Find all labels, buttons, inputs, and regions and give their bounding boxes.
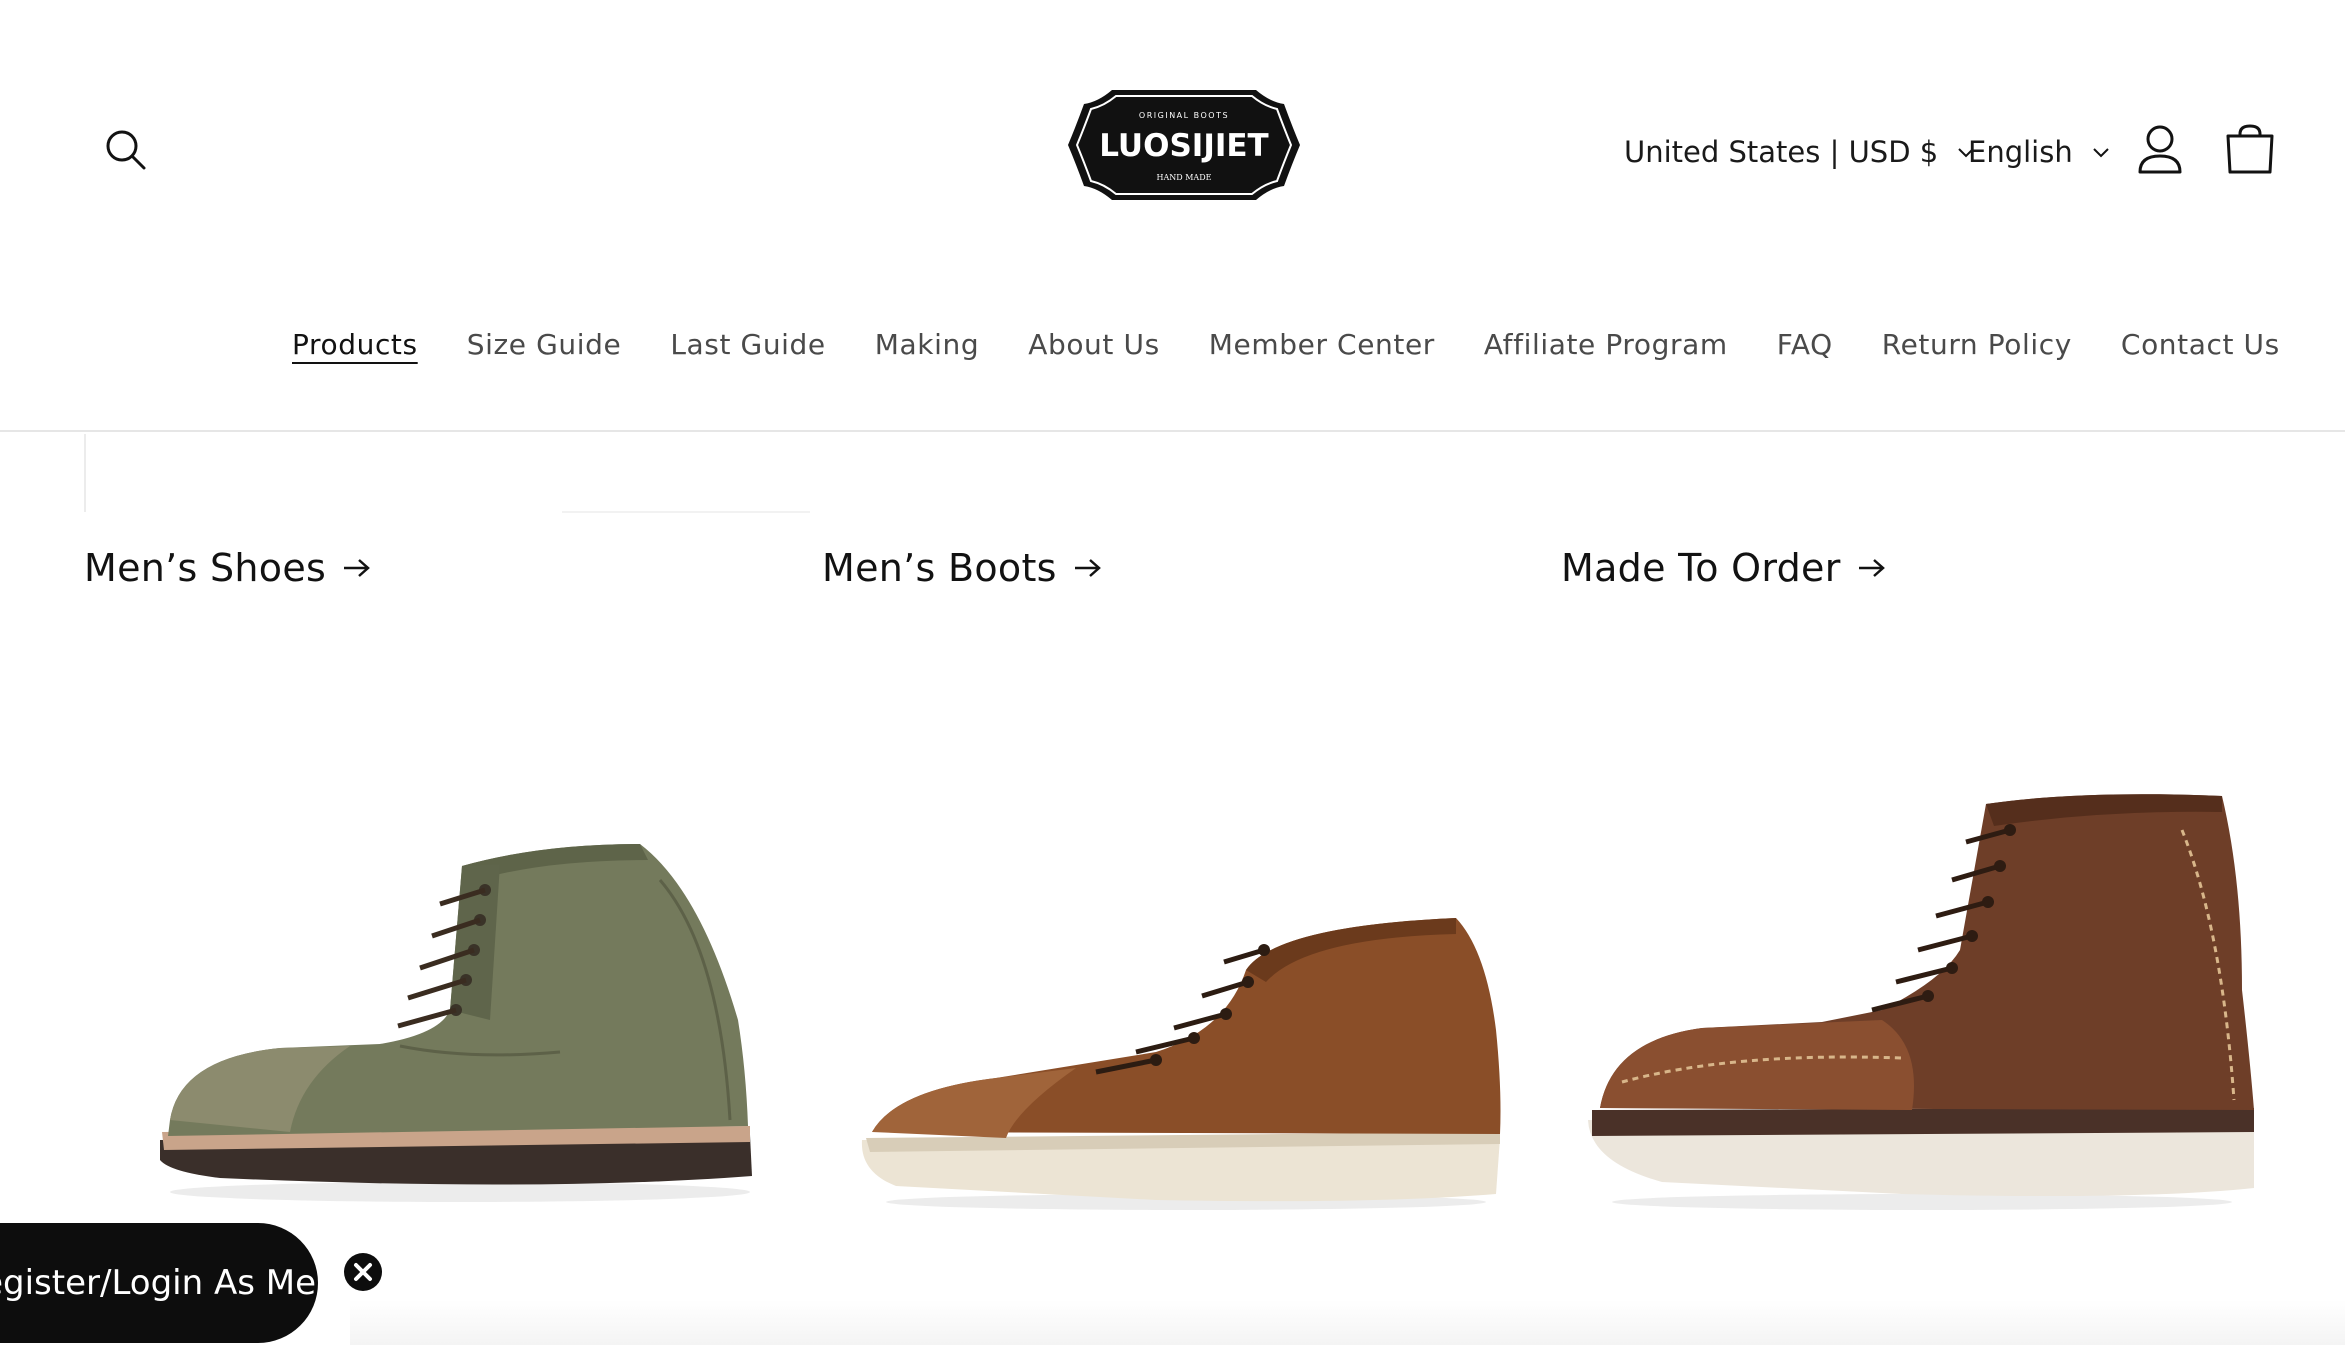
language-label: English — [1968, 135, 2073, 169]
product-image-mens-shoes[interactable] — [140, 820, 760, 1210]
account-button[interactable] — [2136, 124, 2184, 176]
main-navigation: Products Size Guide Last Guide Making Ab… — [292, 328, 2280, 361]
chevron-down-icon — [2093, 148, 2109, 158]
member-login-button[interactable]: Register/Login As Member — [0, 1223, 318, 1343]
collection-link-mens-shoes[interactable]: Men’s Shoes — [84, 546, 372, 590]
divider — [562, 511, 810, 513]
cart-icon — [2226, 124, 2274, 174]
country-currency-label: United States | USD $ — [1624, 135, 1939, 169]
divider — [84, 434, 86, 512]
logo-bottom-text: HAND MADE — [1157, 173, 1212, 182]
collection-link-made-to-order[interactable]: Made To Order — [1561, 546, 1887, 590]
nav-item-faq[interactable]: FAQ — [1777, 328, 1833, 361]
collection-title: Men’s Boots — [822, 546, 1057, 590]
arrow-right-icon — [1074, 559, 1101, 577]
nav-item-products[interactable]: Products — [292, 328, 418, 361]
nav-item-size-guide[interactable]: Size Guide — [467, 328, 622, 361]
bottom-bar-shadow — [350, 1300, 2345, 1345]
cart-button[interactable] — [2224, 122, 2276, 176]
nav-item-return-policy[interactable]: Return Policy — [1882, 328, 2072, 361]
arrow-right-icon — [1858, 559, 1885, 577]
nav-item-about-us[interactable]: About Us — [1028, 328, 1160, 361]
close-icon — [345, 1254, 381, 1290]
nav-item-making[interactable]: Making — [875, 328, 979, 361]
nav-item-affiliate-program[interactable]: Affiliate Program — [1484, 328, 1728, 361]
brand-logo-badge: ORIGINAL BOOTS LUOSIJIET HAND MADE — [1068, 90, 1300, 200]
logo-main-text: LUOSIJIET — [1099, 128, 1268, 164]
product-image-mens-boots[interactable] — [856, 910, 1506, 1210]
country-currency-selector[interactable]: United States | USD $ — [1624, 128, 1976, 176]
user-icon — [2138, 125, 2182, 174]
nav-item-last-guide[interactable]: Last Guide — [670, 328, 825, 361]
brand-logo[interactable]: ORIGINAL BOOTS LUOSIJIET HAND MADE — [1066, 86, 1302, 204]
collection-link-mens-boots[interactable]: Men’s Boots — [822, 546, 1103, 590]
search-button[interactable] — [102, 126, 150, 174]
language-selector[interactable]: English — [1968, 128, 2111, 176]
nav-item-contact-us[interactable]: Contact Us — [2121, 328, 2280, 361]
arrow-right-icon — [344, 559, 371, 577]
search-icon — [106, 130, 146, 170]
logo-top-text: ORIGINAL BOOTS — [1139, 111, 1229, 120]
collection-title: Men’s Shoes — [84, 546, 327, 590]
member-login-label: Register/Login As Member — [0, 1263, 318, 1303]
page: ORIGINAL BOOTS LUOSIJIET HAND MADE Unite… — [0, 0, 2345, 1345]
product-image-made-to-order[interactable] — [1582, 790, 2262, 1210]
nav-item-member-center[interactable]: Member Center — [1209, 328, 1435, 361]
site-header: ORIGINAL BOOTS LUOSIJIET HAND MADE Unite… — [0, 0, 2345, 432]
collection-title: Made To Order — [1561, 546, 1841, 590]
member-bar-close-button[interactable] — [344, 1253, 382, 1291]
